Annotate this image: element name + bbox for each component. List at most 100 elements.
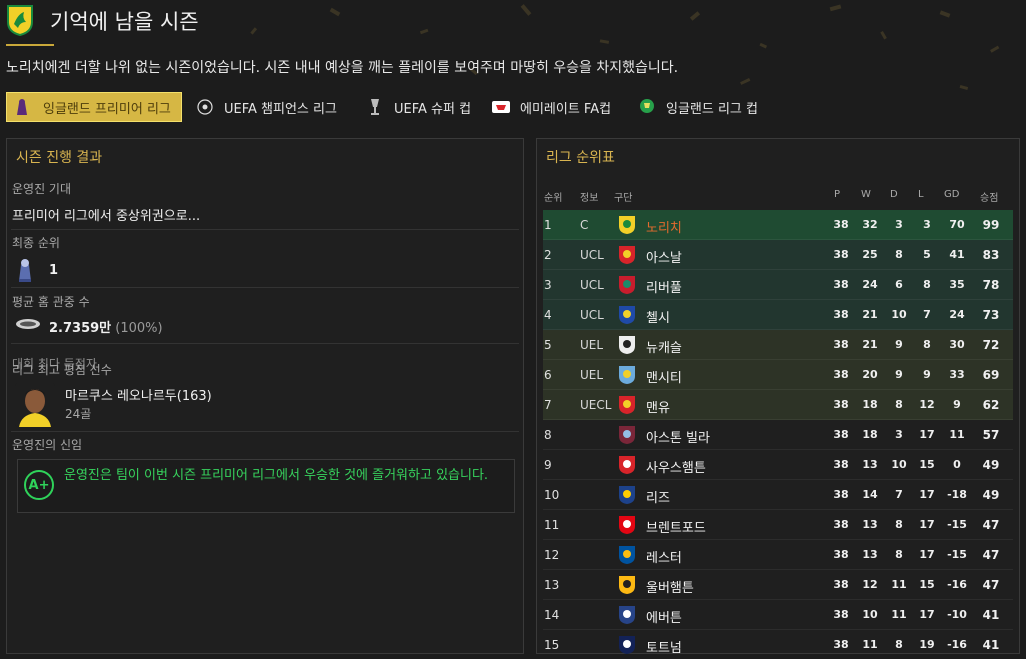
table-row[interactable]: 7 UECL 맨유 38 18 8 12 9 62: [543, 390, 1013, 420]
page-subtitle: 노리치에겐 더할 나위 없는 시즌이었습니다. 시즌 내내 예상을 깨는 플레이…: [6, 60, 679, 76]
col-pts-header[interactable]: 승점: [980, 189, 998, 204]
row-p: 38: [833, 578, 849, 591]
table-row[interactable]: 8 아스톤 빌라 38 18 3 17 11 57: [543, 420, 1013, 450]
row-d: 8: [895, 548, 903, 561]
board-confidence-box: A+ 운영진은 팀이 이번 시즌 프리미어 리그에서 우승한 것에 즐거워하고 …: [17, 459, 515, 513]
row-info: UEL: [580, 338, 604, 352]
team-name-link[interactable]: 맨시티: [646, 367, 682, 386]
row-position: 2: [544, 248, 552, 262]
col-info-header[interactable]: 정보: [580, 189, 598, 204]
table-row[interactable]: 2 UCL 아스날 38 25 8 5 41 83: [543, 240, 1013, 270]
table-row[interactable]: 15 토트넘 38 11 8 19 -16 41: [543, 630, 1013, 659]
row-position: 15: [544, 638, 560, 652]
team-name-link[interactable]: 브렌트포드: [646, 517, 706, 536]
team-name-link[interactable]: 리버풀: [646, 277, 682, 296]
club-crest-icon: [619, 366, 635, 384]
row-position: 14: [544, 608, 560, 622]
row-pts: 41: [982, 608, 1000, 622]
final-position-label: 최종 순위: [12, 236, 60, 250]
row-w: 11: [862, 638, 878, 651]
row-d: 6: [895, 278, 903, 291]
table-row[interactable]: 14 에버튼 38 10 11 17 -10 41: [543, 600, 1013, 630]
col-pos-header[interactable]: 순위: [544, 189, 562, 204]
row-gd: 33: [949, 368, 965, 381]
panel-title: 시즌 진행 결과: [16, 150, 103, 166]
team-name-link[interactable]: 리즈: [646, 487, 670, 506]
league-table-panel: 리그 순위표 순위 정보 구단 P W D L GD 승점 1 C 노리치 38 32 3…: [536, 138, 1020, 656]
row-p: 38: [833, 398, 849, 411]
club-crest-icon: [619, 336, 635, 354]
tab-league-cup[interactable]: 잉글랜드 리그 컵: [636, 92, 758, 122]
table-row[interactable]: 10 리즈 38 14 7 17 -18 49: [543, 480, 1013, 510]
row-gd: -10: [947, 608, 967, 621]
row-w: 21: [862, 338, 878, 351]
table-row[interactable]: 6 UEL 맨시티 38 20 9 9 33 69: [543, 360, 1013, 390]
row-d: 8: [895, 248, 903, 261]
table-row[interactable]: 11 브렌트포드 38 13 8 17 -15 47: [543, 510, 1013, 540]
table-row[interactable]: 12 레스터 38 13 8 17 -15 47: [543, 540, 1013, 570]
table-row[interactable]: 13 울버햄튼 38 12 11 15 -16 47: [543, 570, 1013, 600]
tab-premier-league[interactable]: 잉글랜드 프리미어 리그: [6, 92, 182, 122]
row-pts: 47: [982, 548, 1000, 562]
panel-title: 리그 순위표: [546, 150, 615, 166]
row-pts: 62: [982, 398, 1000, 412]
tab-champions-league[interactable]: UEFA 챔피언스 리그: [194, 92, 337, 122]
team-name-link[interactable]: 맨유: [646, 397, 670, 416]
row-l: 12: [919, 398, 935, 411]
row-w: 25: [862, 248, 878, 261]
club-crest-icon: [619, 306, 635, 324]
row-info: UCL: [580, 278, 604, 292]
table-row[interactable]: 5 UEL 뉴캐슬 38 21 9 8 30 72: [543, 330, 1013, 360]
table-row[interactable]: 4 UCL 첼시 38 21 10 7 24 73: [543, 300, 1013, 330]
club-crest-icon: [619, 276, 635, 294]
row-d: 3: [895, 428, 903, 441]
row-position: 3: [544, 278, 552, 292]
team-name-link[interactable]: 사우스햄튼: [646, 457, 706, 476]
row-l: 17: [919, 488, 935, 501]
team-name-link[interactable]: 레스터: [646, 547, 682, 566]
board-expectation-label: 운영진 기대: [12, 182, 72, 196]
tab-label: 잉글랜드 프리미어 리그: [43, 101, 171, 117]
board-expectation-value: 프리미어 리그에서 중상위권으로...: [12, 209, 201, 224]
tab-fa-cup[interactable]: 에미레이트 FA컵: [490, 92, 611, 122]
team-name-link[interactable]: 뉴캐슬: [646, 337, 682, 356]
row-p: 38: [833, 518, 849, 531]
title-underline: [6, 44, 54, 46]
row-p: 38: [833, 458, 849, 471]
club-crest-icon: [619, 486, 635, 504]
player-name[interactable]: 마르쿠스 레오나르두(163): [65, 385, 212, 404]
trophy-icon: [19, 259, 31, 282]
tab-label: UEFA 슈퍼 컵: [394, 101, 472, 117]
team-name-link[interactable]: 아스톤 빌라: [646, 427, 710, 446]
row-pts: 57: [982, 428, 1000, 442]
row-l: 17: [919, 608, 935, 621]
team-name-link[interactable]: 아스날: [646, 247, 682, 266]
team-name-link[interactable]: 울버햄튼: [646, 577, 694, 596]
table-row[interactable]: 1 C 노리치 38 32 3 3 70 99: [543, 210, 1013, 240]
team-name-link[interactable]: 노리치: [646, 217, 682, 236]
row-l: 5: [923, 248, 931, 261]
row-p: 38: [833, 608, 849, 621]
team-name-link[interactable]: 첼시: [646, 307, 670, 326]
team-name-link[interactable]: 토트넘: [646, 637, 682, 656]
row-l: 17: [919, 548, 935, 561]
tab-super-cup[interactable]: UEFA 슈퍼 컵: [364, 92, 471, 122]
row-gd: 11: [949, 428, 965, 441]
col-p-header[interactable]: P: [834, 189, 840, 200]
divider: [11, 431, 519, 432]
col-l-header[interactable]: L: [918, 189, 924, 200]
row-gd: -15: [947, 548, 967, 561]
competition-tabs: 잉글랜드 프리미어 리그 UEFA 챔피언스 리그 UEFA 슈퍼 컵 에미레이…: [6, 92, 1020, 122]
col-gd-header[interactable]: GD: [944, 189, 959, 200]
col-d-header[interactable]: D: [890, 189, 898, 200]
table-row[interactable]: 9 사우스햄튼 38 13 10 15 0 49: [543, 450, 1013, 480]
col-w-header[interactable]: W: [861, 189, 871, 200]
row-d: 9: [895, 368, 903, 381]
row-gd: -15: [947, 518, 967, 531]
table-row[interactable]: 3 UCL 리버풀 38 24 6 8 35 78: [543, 270, 1013, 300]
team-name-link[interactable]: 에버튼: [646, 607, 682, 626]
stadium-icon: [16, 319, 40, 329]
club-crest-icon: [619, 396, 635, 414]
col-team-header[interactable]: 구단: [614, 189, 632, 204]
norwich-crest-icon: [7, 5, 33, 36]
